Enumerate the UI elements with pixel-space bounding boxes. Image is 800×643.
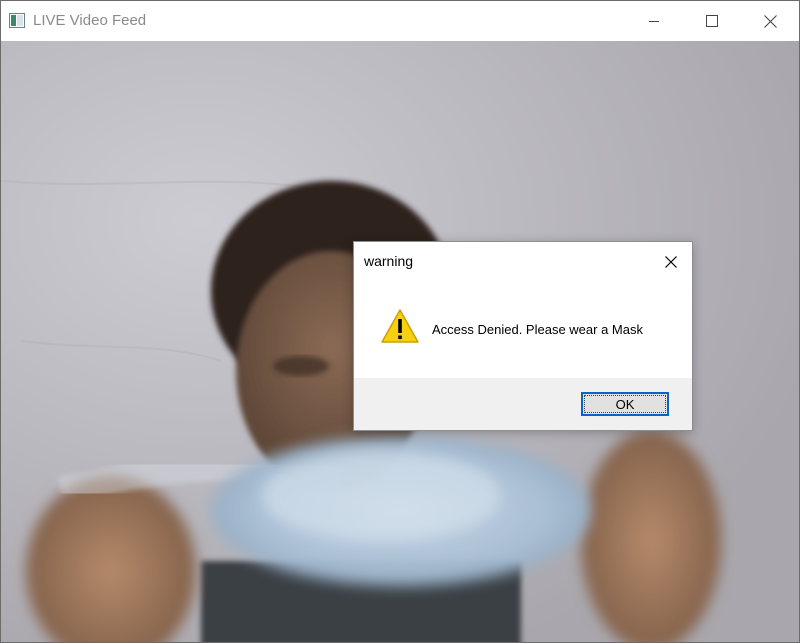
app-window-icon — [9, 13, 25, 28]
warning-dialog: warning Access Denied. Please wear a Mas… — [353, 241, 693, 431]
close-icon — [763, 14, 777, 28]
minimize-icon — [649, 21, 659, 22]
dialog-button-bar: OK — [354, 378, 692, 430]
close-icon — [665, 256, 677, 268]
ok-button[interactable]: OK — [581, 392, 669, 416]
dialog-close-button[interactable] — [658, 250, 684, 274]
app-window: LIVE Video Feed warning Access Denied. P… — [0, 0, 800, 643]
ok-button-label: OK — [615, 396, 635, 412]
maximize-button[interactable] — [683, 1, 741, 41]
dialog-title: warning — [364, 253, 414, 269]
title-bar[interactable]: LIVE Video Feed — [1, 1, 799, 41]
minimize-button[interactable] — [625, 1, 683, 41]
maximize-icon — [706, 15, 718, 27]
warning-triangle-icon — [381, 309, 419, 343]
window-title: LIVE Video Feed — [33, 12, 147, 29]
dialog-message: Access Denied. Please wear a Mask — [432, 322, 643, 337]
close-button[interactable] — [741, 1, 799, 41]
